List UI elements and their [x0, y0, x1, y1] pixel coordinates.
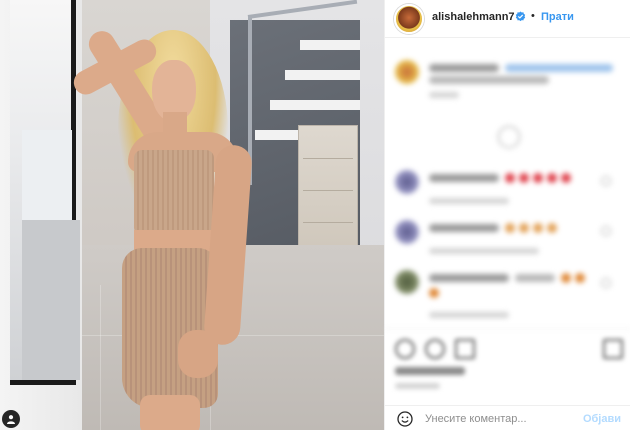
- commenter-avatar: [395, 60, 419, 84]
- emoji-icon: [505, 173, 515, 183]
- avatar[interactable]: [394, 4, 424, 34]
- caption-text-blurred: [505, 64, 613, 72]
- comment-meta-blurred: [429, 198, 509, 204]
- header-separator: •: [531, 10, 535, 22]
- comments-list: [385, 40, 630, 328]
- caption-row: [395, 60, 625, 100]
- verified-badge-icon: [515, 11, 526, 22]
- emoji-icon: [429, 288, 439, 298]
- share-icon[interactable]: [455, 339, 475, 359]
- photo-cabinet-shelf: [303, 158, 353, 159]
- tagged-user-icon[interactable]: [2, 410, 20, 428]
- photo-cabinet-shelf: [303, 190, 353, 191]
- emoji-icon: [547, 223, 557, 233]
- post-actions: [385, 328, 630, 410]
- photo-person-leg: [140, 395, 200, 430]
- photo-floor-tile-line: [100, 285, 101, 430]
- comment-row: [395, 270, 625, 320]
- photo-mirror-reflection: [22, 130, 72, 220]
- emoji-icon: [533, 173, 543, 183]
- save-icon[interactable]: [603, 339, 623, 359]
- commenter-avatar: [395, 270, 419, 294]
- commenter-name-blurred: [429, 64, 499, 72]
- emoji-icon: [547, 173, 557, 183]
- photo-mirror-floor: [22, 220, 80, 380]
- commenter-name-blurred: [429, 174, 499, 182]
- emoji-icon: [519, 223, 529, 233]
- photo-stair-step: [270, 100, 360, 110]
- emoji-icon: [561, 173, 571, 183]
- add-comment-bar: Објави: [385, 405, 630, 430]
- likes-count-blurred: [395, 367, 465, 375]
- like-icon[interactable]: [395, 339, 415, 359]
- comment-meta-blurred: [429, 312, 509, 318]
- commenter-name-blurred: [429, 224, 499, 232]
- photo-cabinet-shelf: [303, 222, 353, 223]
- photo-person-top: [134, 150, 214, 232]
- like-comment-icon[interactable]: [601, 176, 611, 186]
- comment-input[interactable]: [425, 411, 575, 427]
- emoji-icon: [505, 223, 515, 233]
- comment-row: [395, 220, 625, 260]
- commenter-avatar: [395, 220, 419, 244]
- comment-meta-blurred: [429, 92, 459, 98]
- like-comment-icon[interactable]: [601, 226, 611, 236]
- photo-person-hand: [178, 330, 218, 378]
- emoji-icon: [575, 273, 585, 283]
- emoji-icon: [561, 273, 571, 283]
- comment-icon[interactable]: [425, 339, 445, 359]
- user-silhouette-icon: [7, 415, 15, 424]
- photo-mirror: [10, 0, 80, 385]
- commenter-avatar: [395, 170, 419, 194]
- emoji-icon: [533, 223, 543, 233]
- post-photo[interactable]: [0, 0, 384, 430]
- photo-stair-step: [285, 70, 360, 80]
- caption-text-blurred: [429, 76, 549, 84]
- like-comment-icon[interactable]: [601, 278, 611, 288]
- post-comment-button[interactable]: Објави: [583, 413, 621, 425]
- comment-meta-blurred: [429, 248, 539, 254]
- load-more-icon[interactable]: [498, 126, 520, 148]
- comment-text-blurred: [515, 274, 555, 282]
- instagram-post: alishalehmann7 • Прати Унесите коментар.…: [0, 0, 630, 430]
- post-date-blurred: [395, 383, 440, 389]
- photo-stair-step: [300, 40, 360, 50]
- smile-icon[interactable]: [397, 411, 413, 427]
- photo-cabinet: [298, 125, 358, 255]
- comment-row: [395, 170, 625, 210]
- post-header: alishalehmann7 • Прати: [385, 0, 630, 38]
- follow-button[interactable]: Прати: [541, 11, 574, 23]
- username-link[interactable]: alishalehmann7: [432, 11, 515, 23]
- commenter-name-blurred: [429, 274, 509, 282]
- post-sidebar: alishalehmann7 • Прати Унесите коментар.…: [384, 0, 630, 430]
- emoji-icon: [519, 173, 529, 183]
